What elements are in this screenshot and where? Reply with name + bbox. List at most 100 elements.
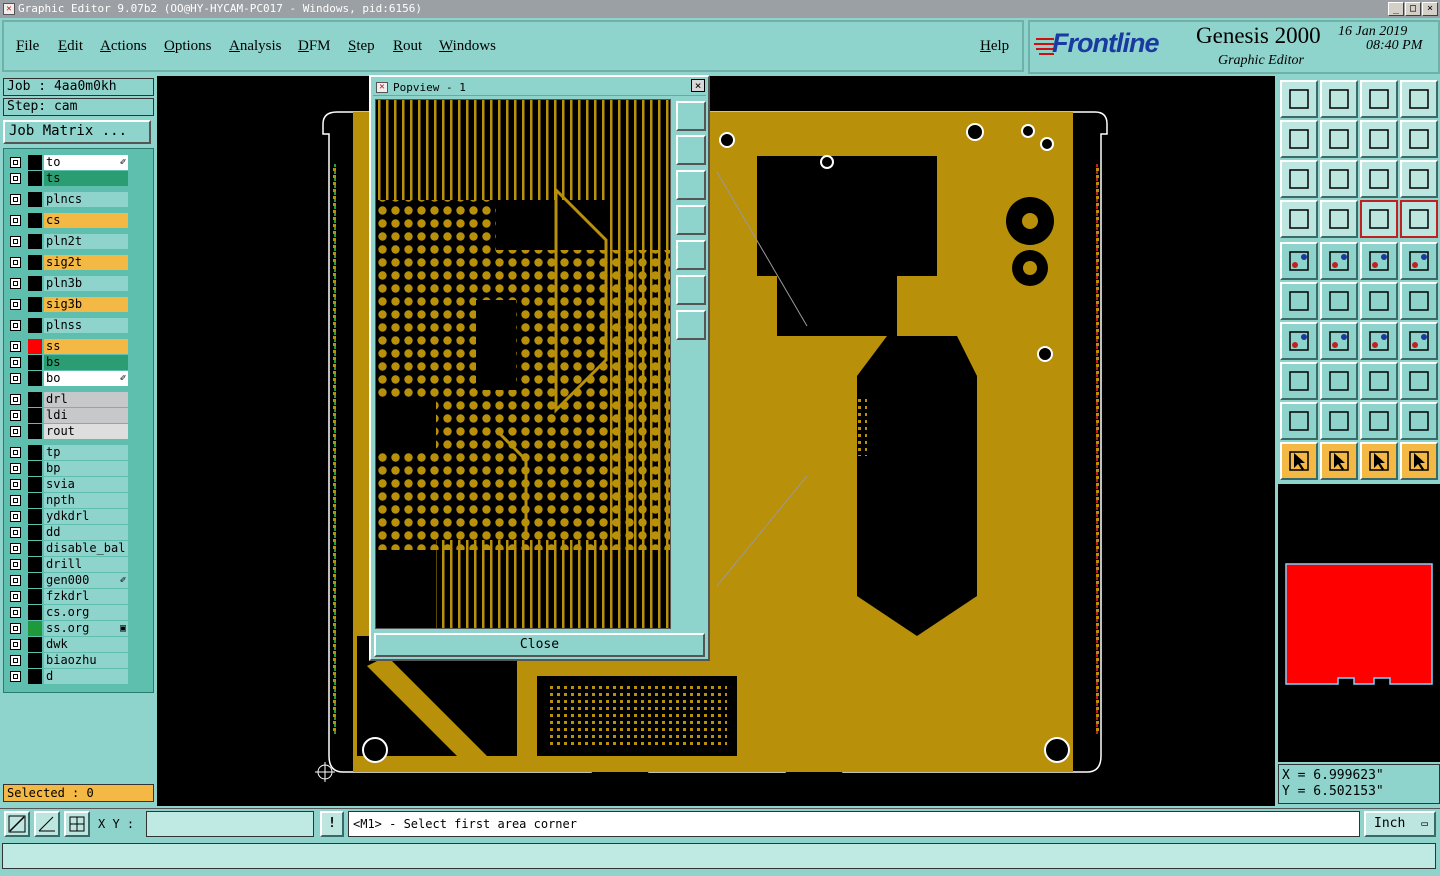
menu-step[interactable]: Step [348, 38, 375, 55]
maximize-button[interactable]: □ [1405, 2, 1421, 16]
layer-row-rout[interactable]: rout [8, 424, 128, 439]
angle-line-tool-button[interactable] [1280, 322, 1318, 360]
arrow-box-1-tool-button[interactable] [1320, 442, 1358, 480]
ruler-tool-button[interactable] [1360, 242, 1398, 280]
popview-zoom-fit-button[interactable] [676, 310, 706, 340]
layer-name[interactable]: tp [44, 445, 128, 460]
layer-checkbox[interactable] [10, 671, 21, 682]
layer-color-swatch[interactable] [28, 276, 42, 291]
layer-row-tp[interactable]: tp [8, 445, 128, 460]
grid-mode-icon[interactable] [64, 811, 90, 837]
layer-name[interactable]: pln3b [44, 276, 128, 291]
layer-row-bp[interactable]: bp [8, 461, 128, 476]
popview-zoom-home-button[interactable] [676, 275, 706, 305]
layer-name[interactable]: rout [44, 424, 128, 439]
layer-color-swatch[interactable] [28, 234, 42, 249]
layer-color-swatch[interactable] [28, 297, 42, 312]
layer-row-to[interactable]: to ✐ [8, 155, 128, 170]
layer-checkbox[interactable] [10, 479, 21, 490]
layer-color-swatch[interactable] [28, 477, 42, 492]
layer-checkbox[interactable] [10, 511, 21, 522]
layer-name[interactable]: npth [44, 493, 128, 508]
menu-dfm[interactable]: DFM [298, 38, 331, 55]
exclaim-button[interactable]: ! [320, 811, 344, 837]
layer-row-fzkdrl[interactable]: fzkdrl [8, 589, 128, 604]
layer-row-npth[interactable]: npth [8, 493, 128, 508]
move-point-tool-button[interactable] [1360, 282, 1398, 320]
layer-red-2-tool-button[interactable] [1400, 200, 1438, 238]
add-point-tool-button[interactable] [1400, 282, 1438, 320]
layer-checkbox[interactable] [10, 447, 21, 458]
layer-checkbox[interactable] [10, 357, 21, 368]
open-job-tool-button[interactable] [1280, 80, 1318, 118]
layer-row-bo[interactable]: bo ✐ [8, 371, 128, 386]
layer-checkbox[interactable] [10, 639, 21, 650]
layer-name[interactable]: svia [44, 477, 128, 492]
layer-name[interactable]: bs [44, 355, 128, 370]
layer-row-ss[interactable]: ss [8, 339, 128, 354]
layer-name[interactable]: cs.org [44, 605, 128, 620]
layer-name[interactable]: pln2t [44, 234, 128, 249]
layer-color-swatch[interactable] [28, 155, 42, 170]
menu-actions[interactable]: Actions [100, 38, 147, 55]
layer-color-swatch[interactable] [28, 589, 42, 604]
popview-canvas[interactable] [375, 99, 671, 629]
layer-color-swatch[interactable] [28, 541, 42, 556]
select-pad-tool-button[interactable] [1280, 362, 1318, 400]
layer-checkbox[interactable] [10, 463, 21, 474]
layer-name[interactable]: gen000 ✐ [44, 573, 128, 588]
layer-name[interactable]: d [44, 669, 128, 684]
menu-options[interactable]: Options [164, 38, 212, 55]
layer-row-disable-bal[interactable]: disable_bal [8, 541, 128, 556]
zoom-center-tool-button[interactable] [1320, 160, 1358, 198]
menu-help[interactable]: Help [980, 38, 1009, 55]
popview-pan-right-button[interactable] [676, 240, 706, 270]
layer-row-dd[interactable]: dd [8, 525, 128, 540]
layer-color-swatch[interactable] [28, 171, 42, 186]
layer-name[interactable]: bp [44, 461, 128, 476]
layer-name[interactable]: bo ✐ [44, 371, 128, 386]
help-query-tool-button[interactable] [1400, 160, 1438, 198]
layer-color-swatch[interactable] [28, 213, 42, 228]
layer-row-ldi[interactable]: ldi [8, 408, 128, 423]
menu-file[interactable]: File [16, 38, 39, 55]
layer-row-bs[interactable]: bs [8, 355, 128, 370]
angle-mode-icon[interactable] [34, 811, 60, 837]
layer-checkbox[interactable] [10, 257, 21, 268]
popview-close-x-button[interactable]: × [691, 79, 705, 92]
layer-checkbox[interactable] [10, 575, 21, 586]
units-selector[interactable]: Inch ▭ [1364, 811, 1436, 837]
layer-name[interactable]: to ✐ [44, 155, 128, 170]
dimension-tool-button[interactable] [1360, 362, 1398, 400]
layer-color-swatch[interactable] [28, 339, 42, 354]
layer-checkbox[interactable] [10, 655, 21, 666]
layer-color-swatch[interactable] [28, 392, 42, 407]
text-a2-tool-button[interactable] [1400, 402, 1438, 440]
settings-tool-button[interactable] [1280, 200, 1318, 238]
layer-name[interactable]: ts [44, 171, 128, 186]
layer-checkbox[interactable] [10, 495, 21, 506]
layer-color-swatch[interactable] [28, 637, 42, 652]
layer-row-dwk[interactable]: dwk [8, 637, 128, 652]
layer-checkbox[interactable] [10, 607, 21, 618]
arc-tool-button[interactable] [1360, 322, 1398, 360]
layer-checkbox[interactable] [10, 236, 21, 247]
layer-name[interactable]: plnss [44, 318, 128, 333]
layer-checkbox[interactable] [10, 426, 21, 437]
connect-nodes-tool-button[interactable] [1280, 282, 1318, 320]
layer-row-plnss[interactable]: plnss [8, 318, 128, 333]
layer-color-swatch[interactable] [28, 355, 42, 370]
menu-edit[interactable]: Edit [58, 38, 83, 55]
layer-row-svia[interactable]: svia [8, 477, 128, 492]
layer-color-swatch[interactable] [28, 408, 42, 423]
layer-color-swatch[interactable] [28, 573, 42, 588]
layer-checkbox[interactable] [10, 215, 21, 226]
layer-checkbox[interactable] [10, 194, 21, 205]
layer-name[interactable]: sig3b [44, 297, 128, 312]
layer-row-biaozhu[interactable]: biaozhu [8, 653, 128, 668]
line-segment-tool-button[interactable] [1320, 362, 1358, 400]
layer-checkbox[interactable] [10, 623, 21, 634]
menu-rout[interactable]: Rout [393, 38, 422, 55]
layer-row-sig2t[interactable]: sig2t [8, 255, 128, 270]
layer-color-swatch[interactable] [28, 461, 42, 476]
